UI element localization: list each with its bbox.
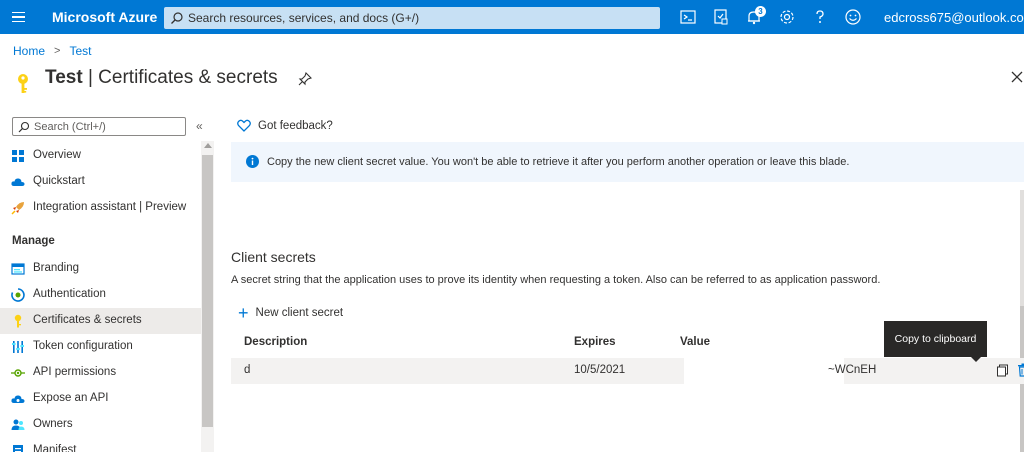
sidebar-item-owners[interactable]: Owners: [0, 412, 201, 438]
sidebar-section-manage: Manage: [12, 235, 55, 247]
info-message-bar: Copy the new client secret value. You wo…: [231, 142, 1024, 182]
sidebar-item-integration-assistant[interactable]: Integration assistant | Preview: [0, 195, 201, 221]
sidebar-item-branding[interactable]: Branding: [0, 256, 201, 282]
page-title-resource: Test: [45, 67, 83, 88]
sidebar-item-label: Integration assistant | Preview: [33, 201, 187, 213]
notification-badge: 3: [755, 6, 766, 17]
page-title-separator: |: [87, 67, 93, 88]
delete-trash-icon[interactable]: [1017, 363, 1024, 377]
new-client-secret-label: New client secret: [255, 307, 344, 319]
account-name[interactable]: edcross675@outlook.co...: [884, 10, 1024, 25]
sidebar-item-certificates-secrets[interactable]: Certificates & secrets: [0, 308, 201, 334]
key-icon: [18, 74, 28, 93]
page-title: Test | Certificates & secrets: [45, 67, 278, 89]
column-header-expires: Expires: [574, 336, 616, 348]
new-client-secret-button[interactable]: + New client secret: [238, 303, 344, 323]
directory-filter-icon[interactable]: [712, 8, 730, 26]
secret-value-redacted: [684, 358, 844, 384]
cloud-shell-icon[interactable]: [679, 8, 697, 26]
token-icon: [12, 341, 24, 353]
menu-scrollbar[interactable]: [201, 141, 214, 452]
copy-to-clipboard-tooltip: Copy to clipboard: [884, 321, 987, 362]
sidebar-item-api-permissions[interactable]: API permissions: [0, 360, 201, 386]
scroll-up-arrow-icon[interactable]: [204, 143, 212, 148]
branding-icon: [11, 263, 25, 275]
plus-icon: +: [238, 303, 249, 323]
search-icon: [171, 12, 183, 24]
sidebar-item-label: Manifest: [33, 444, 77, 452]
search-icon: [18, 121, 30, 133]
secret-expires: 10/5/2021: [574, 364, 626, 376]
grid-icon: [12, 150, 24, 162]
secret-description: d: [244, 364, 251, 376]
menu-search-input[interactable]: Search (Ctrl+/): [12, 117, 186, 136]
sidebar-item-label: API permissions: [33, 366, 117, 378]
sidebar-item-label: Expose an API: [33, 392, 109, 404]
sidebar-item-label: Certificates & secrets: [33, 314, 142, 326]
rocket-icon: [11, 202, 24, 215]
breadcrumb-current-link[interactable]: Test: [69, 44, 91, 58]
cloud-icon: [11, 178, 25, 186]
main-content: Got feedback? Copy the new client secret…: [214, 110, 1024, 452]
sidebar-item-label: Overview: [33, 149, 81, 161]
sidebar-item-manifest[interactable]: Manifest: [0, 438, 201, 452]
secret-value: ~WCnEH: [828, 364, 877, 376]
copy-icon[interactable]: [996, 364, 1009, 377]
global-search-input[interactable]: Search resources, services, and docs (G+…: [164, 7, 660, 29]
feedback-smiley-icon[interactable]: [844, 8, 862, 26]
top-bar: Microsoft Azure Search resources, servic…: [0, 0, 1024, 34]
settings-gear-icon[interactable]: [778, 8, 796, 26]
pin-icon[interactable]: [298, 72, 312, 86]
sidebar-item-label: Authentication: [33, 288, 106, 300]
owners-icon: [11, 419, 25, 430]
breadcrumb-home-link[interactable]: Home: [13, 44, 45, 58]
close-icon[interactable]: [1010, 70, 1024, 84]
info-message-text: Copy the new client secret value. You wo…: [267, 156, 850, 168]
sidebar-item-overview[interactable]: Overview: [0, 143, 201, 169]
column-header-description: Description: [244, 336, 308, 348]
resource-menu: Search (Ctrl+/) « Overview Quickstart In…: [0, 110, 214, 452]
manifest-icon: [13, 445, 23, 452]
menu-search-placeholder: Search (Ctrl+/): [34, 121, 106, 133]
cloud-api-icon: [11, 395, 25, 403]
sidebar-item-quickstart[interactable]: Quickstart: [0, 169, 201, 195]
feedback-label: Got feedback?: [258, 119, 333, 132]
table-row: d 10/5/2021 ~WCnEH: [231, 358, 1024, 384]
sidebar-item-label: Token configuration: [33, 340, 133, 352]
breadcrumb: Home > Test: [13, 44, 91, 58]
sidebar-item-authentication[interactable]: Authentication: [0, 282, 201, 308]
sidebar-item-expose-an-api[interactable]: Expose an API: [0, 386, 201, 412]
brand-title[interactable]: Microsoft Azure: [52, 9, 157, 25]
column-header-value: Value: [680, 336, 711, 348]
info-icon: [246, 155, 259, 168]
sidebar-item-label: Owners: [33, 418, 73, 430]
authentication-icon: [11, 288, 25, 302]
permissions-icon: [11, 369, 25, 377]
global-search-placeholder: Search resources, services, and docs (G+…: [188, 11, 420, 25]
page-title-name: Certificates & secrets: [98, 67, 278, 88]
chevron-right-icon: >: [54, 45, 61, 57]
heart-icon: [237, 119, 251, 132]
client-secrets-description: A secret string that the application use…: [231, 274, 881, 286]
client-secrets-heading: Client secrets: [231, 249, 316, 265]
feedback-link[interactable]: Got feedback?: [237, 119, 333, 132]
sidebar-item-label: Quickstart: [33, 175, 85, 187]
sidebar-item-label: Branding: [33, 262, 80, 274]
sidebar-item-token-configuration[interactable]: Token configuration: [0, 334, 201, 360]
key-icon: [14, 314, 22, 328]
content-scrollbar[interactable]: [1020, 190, 1024, 452]
menu-scrollbar-thumb[interactable]: [202, 155, 213, 427]
collapse-menu-icon[interactable]: «: [196, 119, 203, 133]
menu-icon[interactable]: [8, 7, 28, 27]
help-icon[interactable]: [811, 8, 829, 26]
